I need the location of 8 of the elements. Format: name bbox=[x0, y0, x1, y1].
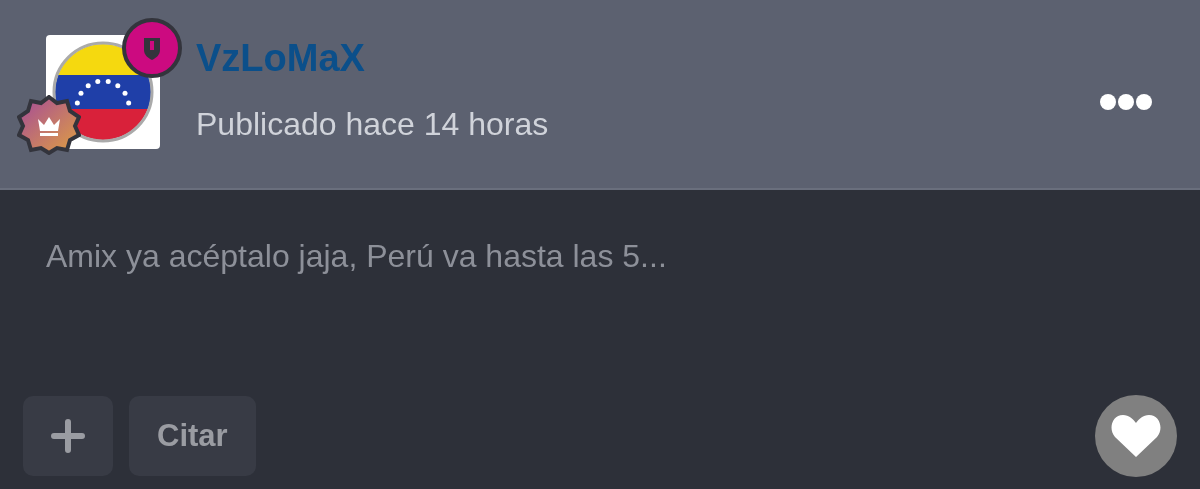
heart-icon bbox=[1110, 413, 1162, 459]
post-text: Amix ya acéptalo jaja, Perú va hasta las 5... bbox=[46, 237, 668, 276]
crown-badge-icon bbox=[17, 95, 81, 155]
shield-badge-icon bbox=[122, 18, 182, 78]
quote-button[interactable]: Citar bbox=[129, 396, 256, 476]
add-button[interactable] bbox=[23, 396, 113, 476]
plus-icon bbox=[51, 419, 85, 453]
post-timestamp: Publicado hace 14 horas bbox=[196, 105, 549, 144]
